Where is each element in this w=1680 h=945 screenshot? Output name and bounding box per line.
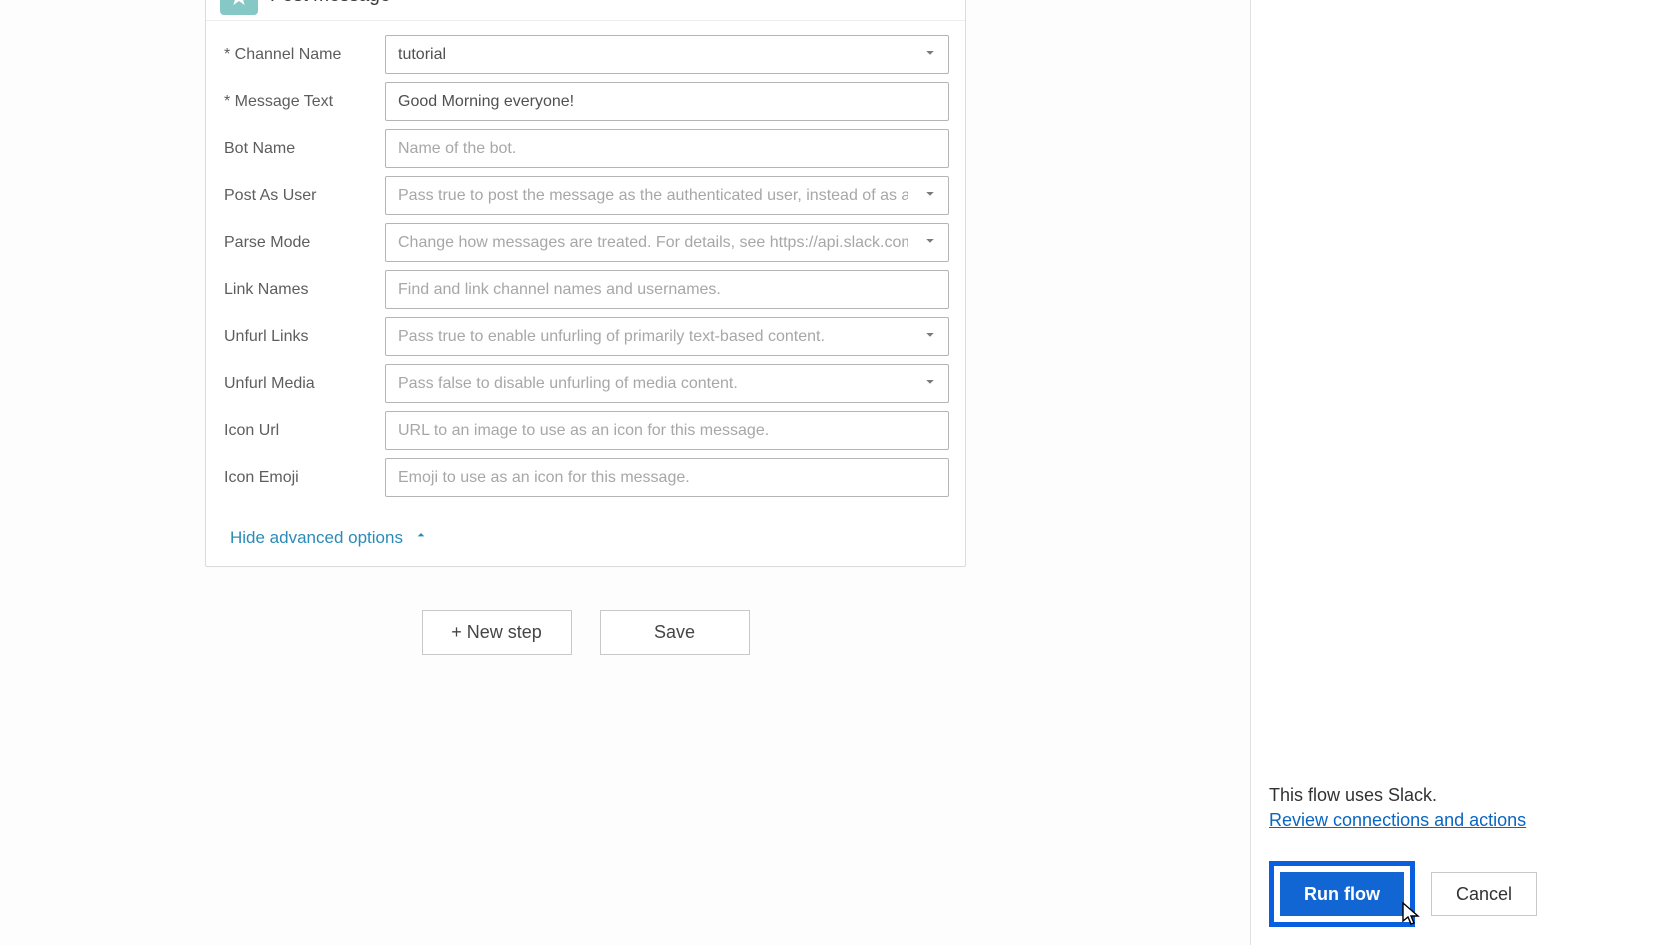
label-icon-url: Icon Url	[222, 422, 385, 440]
label-icon-emoji: Icon Emoji	[222, 469, 385, 487]
card-header[interactable]: Post message	[206, 0, 965, 21]
card-title: Post message	[270, 0, 928, 7]
review-connections-link[interactable]: Review connections and actions	[1269, 810, 1526, 831]
hide-advanced-options-toggle[interactable]: Hide advanced options	[206, 513, 965, 566]
card-form: * Channel Name * Message Text Bot Name	[206, 21, 965, 513]
unfurl-links-select[interactable]	[385, 317, 949, 356]
cancel-button[interactable]: Cancel	[1431, 872, 1537, 916]
flow-canvas: Post message * Channel Name * Message Te…	[0, 0, 1250, 945]
label-unfurl-links: Unfurl Links	[222, 328, 385, 346]
label-link-names: Link Names	[222, 281, 385, 299]
run-flow-panel: This flow uses Slack. Review connections…	[1250, 0, 1680, 945]
label-bot-name: Bot Name	[222, 140, 385, 158]
label-channel-name: * Channel Name	[222, 46, 385, 64]
save-button[interactable]: Save	[600, 610, 750, 655]
label-message-text: * Message Text	[222, 93, 385, 111]
icon-url-input[interactable]	[385, 411, 949, 450]
parse-mode-select[interactable]	[385, 223, 949, 262]
label-unfurl-media: Unfurl Media	[222, 375, 385, 393]
action-card-post-message: Post message * Channel Name * Message Te…	[205, 0, 966, 567]
post-as-user-select[interactable]	[385, 176, 949, 215]
channel-name-select[interactable]	[385, 35, 949, 74]
bot-name-input[interactable]	[385, 129, 949, 168]
panel-note: This flow uses Slack.	[1269, 785, 1662, 806]
run-flow-highlight: Run flow	[1269, 861, 1415, 927]
label-parse-mode: Parse Mode	[222, 234, 385, 252]
link-names-input[interactable]	[385, 270, 949, 309]
chevron-up-icon	[413, 527, 429, 548]
icon-emoji-input[interactable]	[385, 458, 949, 497]
label-post-as-user: Post As User	[222, 187, 385, 205]
slack-icon	[220, 0, 258, 15]
advanced-toggle-label: Hide advanced options	[230, 528, 403, 548]
canvas-button-row: + New step Save	[205, 610, 966, 655]
message-text-input[interactable]	[385, 82, 949, 121]
run-flow-button[interactable]: Run flow	[1280, 872, 1404, 916]
new-step-button[interactable]: + New step	[422, 610, 572, 655]
unfurl-media-select[interactable]	[385, 364, 949, 403]
